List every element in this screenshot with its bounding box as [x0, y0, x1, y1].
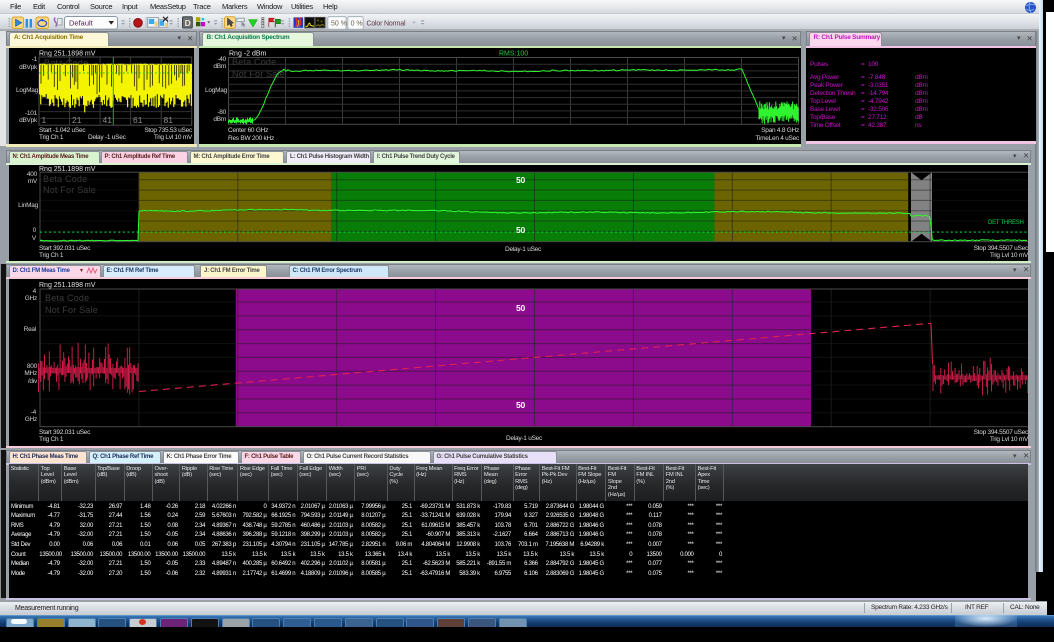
svg-text:Not For Sale: Not For Sale [45, 305, 98, 315]
svg-text:21: 21 [72, 115, 82, 125]
svg-text:RMS:100: RMS:100 [499, 51, 528, 58]
svg-text:D: D [185, 18, 191, 28]
svg-text:0 %: 0 % [351, 21, 363, 28]
svg-text:Default: Default [69, 19, 94, 28]
svg-text:41: 41 [103, 115, 113, 125]
svg-text:50 %: 50 % [331, 21, 347, 28]
svg-text:Beta Code: Beta Code [43, 174, 87, 184]
svg-text:Rng 251.1898 mV: Rng 251.1898 mV [39, 51, 96, 58]
svg-text:Rng 251.1898 mV: Rng 251.1898 mV [39, 282, 96, 289]
svg-text:Color Normal: Color Normal [367, 21, 406, 28]
svg-text:61: 61 [133, 115, 143, 125]
svg-text:Beta Code: Beta Code [232, 57, 276, 67]
svg-text:81: 81 [164, 115, 174, 125]
svg-text:1: 1 [42, 115, 47, 125]
